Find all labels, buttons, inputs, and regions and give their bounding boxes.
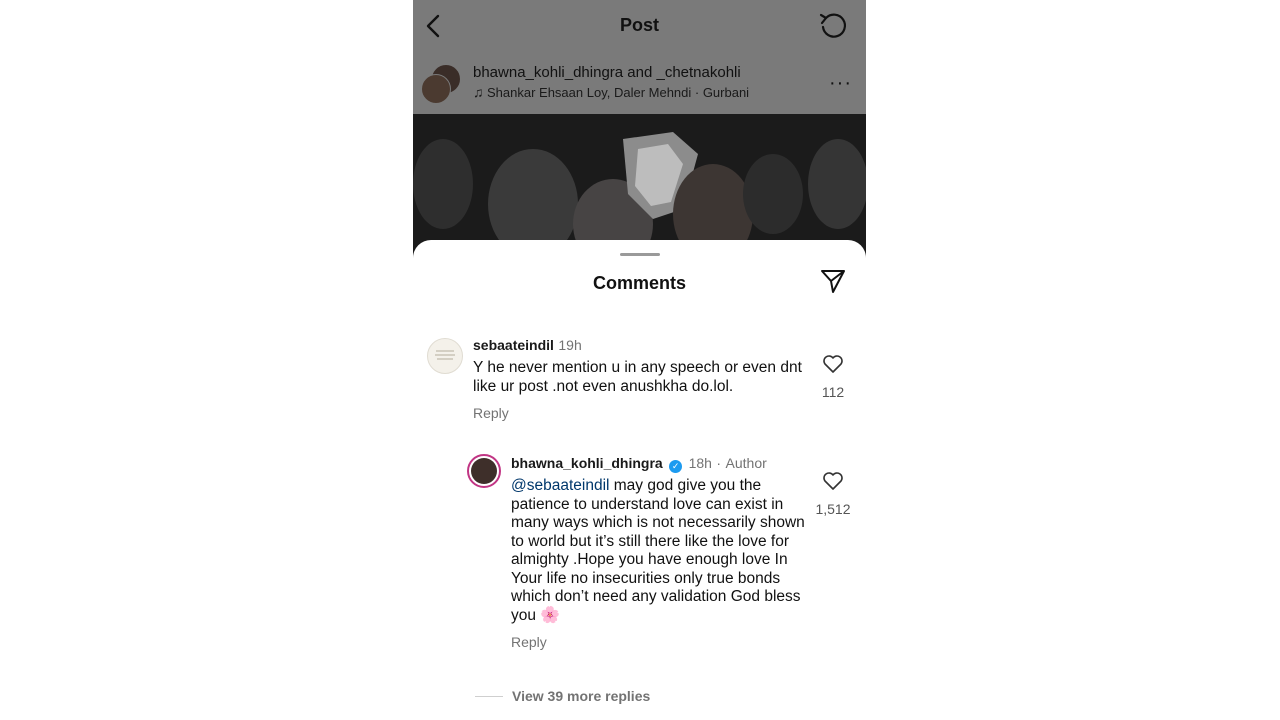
verified-icon: ✓ [669,460,683,473]
comment-header: sebaateindil 19h [473,337,582,355]
page-title: Post [619,15,659,35]
avatar[interactable] [427,338,463,374]
avatar[interactable] [467,454,501,488]
comment-time: 18h [688,455,712,471]
drag-handle[interactable] [620,253,660,256]
comments-title: Comments [592,273,686,293]
view-more-replies-button[interactable]: View 39 more replies [512,688,650,704]
heart-icon[interactable] [822,471,844,491]
comment-body: may god give you the patience to underst… [511,477,805,624]
music-note-icon: ♫ [473,84,484,100]
mention-link[interactable]: @sebaateindil [511,477,609,494]
music-label: Shankar Ehsaan Loy, Daler Mehndi · Gurba… [487,85,750,100]
avatar-image [471,458,497,484]
divider [475,696,503,697]
post-music[interactable]: ♫ Shankar Ehsaan Loy, Daler Mehndi · Gurb… [473,84,749,100]
avatar [421,74,451,104]
post-avatars[interactable] [421,64,461,104]
more-icon[interactable]: ··· [829,72,852,95]
phone-screen: Post bhawna_kohli_dhingra and _chetnakoh… [413,0,866,720]
refresh-icon[interactable] [817,10,849,42]
post-usernames[interactable]: bhawna_kohli_dhingra and _chetnakohli [473,64,741,81]
avatar-image [435,350,455,360]
author-badge: Author [725,455,767,471]
heart-icon[interactable] [822,354,844,374]
comment-header: bhawna_kohli_dhingra ✓ 18h · Author [511,455,767,473]
reply-button[interactable]: Reply [511,634,547,650]
reply-button[interactable]: Reply [473,405,509,421]
meta-separator: · [716,455,722,471]
comment-text: @sebaateindil may god give you the patie… [511,477,809,625]
like-count: 1,512 [815,501,851,517]
top-bar: Post [413,0,866,52]
comment-username[interactable]: bhawna_kohli_dhingra [511,455,663,471]
share-icon[interactable] [819,267,847,295]
post-header: bhawna_kohli_dhingra and _chetnakohli ♫ S… [413,52,866,114]
comments-sheet: Comments sebaateindil 19h Y he never men… [413,240,866,720]
flower-emoji-icon: 🌸 [540,606,561,624]
comment-time: 19h [558,337,582,353]
comment-username[interactable]: sebaateindil [473,337,554,353]
comment-text: Y he never mention u in any speech or ev… [473,359,802,395]
like-count: 112 [821,384,845,400]
